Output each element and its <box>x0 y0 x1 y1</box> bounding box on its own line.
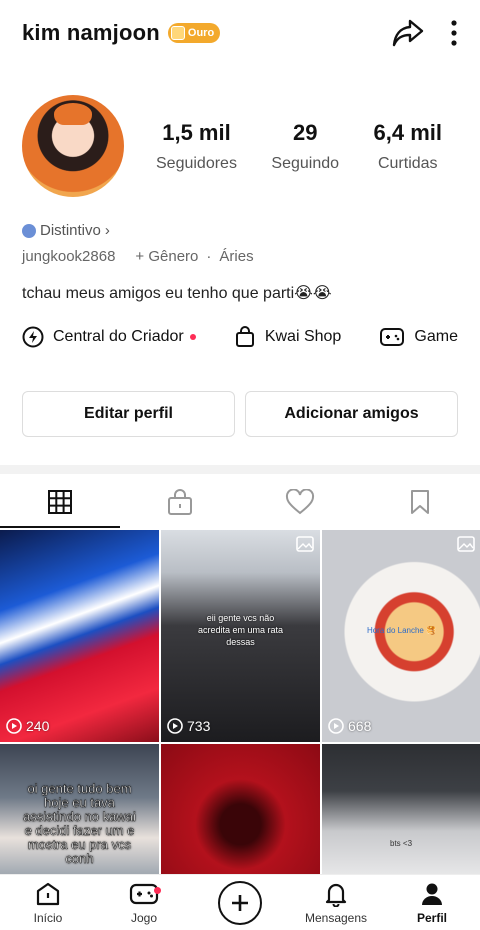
stat-label: Seguidores <box>156 154 237 172</box>
avatar[interactable] <box>22 95 124 197</box>
play-count: 733 <box>167 718 210 734</box>
thumbnail-caption: Hora do Lanche 🥞 <box>366 626 437 635</box>
image-post-icon <box>296 536 314 552</box>
stat-value: 1,5 mil <box>162 119 231 145</box>
nav-label: Jogo <box>130 910 158 925</box>
tab-private[interactable] <box>120 474 240 530</box>
separator-dot: · <box>206 248 212 265</box>
stat-likes[interactable]: 6,4 mil Curtidas <box>374 120 442 173</box>
video-grid: 240 eii gente vcs não acredita em uma ra… <box>0 530 480 878</box>
nav-messages[interactable]: Mensagens <box>288 881 384 925</box>
level-badge[interactable]: Ouro <box>167 23 221 43</box>
play-count-value: 668 <box>348 718 372 734</box>
image-post-icon <box>457 536 475 552</box>
badge-gem-icon <box>170 26 185 40</box>
stat-value: 6,4 mil <box>373 119 442 145</box>
profile-stats: 1,5 mil Seguidores 29 Seguindo 6,4 mil C… <box>156 120 458 173</box>
chevron-right-icon: › <box>104 222 110 239</box>
play-icon <box>6 718 22 734</box>
gender-button[interactable]: + Gênero <box>135 248 198 265</box>
shortcut-label: Kwai Shop <box>264 328 342 345</box>
stat-value: 29 <box>292 119 318 145</box>
video-thumbnail[interactable]: Hora do Lanche 🥞 668 <box>322 530 480 742</box>
zodiac-sign[interactable]: Áries <box>219 248 253 265</box>
play-count-value: 240 <box>26 718 50 734</box>
bell-icon <box>325 883 347 907</box>
video-thumbnail[interactable]: oi gente tudo bem hoje eu tava assistind… <box>0 744 159 878</box>
play-count: 240 <box>6 718 49 734</box>
profile-meta: jungkook2868 + Gênero · Áries <box>22 248 254 265</box>
play-icon <box>328 718 344 734</box>
bookmark-icon <box>411 490 429 514</box>
lightning-icon <box>22 326 44 348</box>
person-icon <box>422 883 442 905</box>
nav-label: Mensagens <box>304 910 368 925</box>
gamepad-icon <box>380 328 405 346</box>
user-handle: jungkook2868 <box>22 248 116 265</box>
lock-icon <box>168 489 192 515</box>
stat-following[interactable]: 29 Seguindo <box>271 120 339 173</box>
edit-profile-button[interactable]: Editar perfil <box>22 391 235 437</box>
video-thumbnail[interactable] <box>161 744 320 878</box>
thumbnail-caption: oi gente tudo bem hoje eu tava assistind… <box>23 781 136 866</box>
creator-center-button[interactable]: Central do Criador <box>22 326 196 348</box>
tab-liked[interactable] <box>240 474 360 530</box>
nav-label: Início <box>33 910 63 925</box>
tab-posts[interactable] <box>0 474 120 530</box>
username: kim namjoon <box>22 20 160 45</box>
thumbnail-caption: eii gente vcs não acredita em uma rata d… <box>197 613 284 647</box>
play-icon <box>167 718 183 734</box>
shortcut-label: Central do Criador <box>53 328 184 345</box>
nav-create[interactable] <box>192 880 288 925</box>
create-plus-icon <box>218 880 262 925</box>
profile-actions: Editar perfil Adicionar amigos <box>22 391 458 437</box>
badge-shield-icon <box>22 223 36 238</box>
more-vertical-icon[interactable] <box>450 19 458 47</box>
gamepad-icon <box>129 883 159 904</box>
stat-label: Curtidas <box>377 154 438 172</box>
badge-label: Ouro <box>187 27 215 39</box>
nav-label: Perfil <box>416 910 447 925</box>
heart-icon <box>285 489 315 515</box>
nav-profile[interactable]: Perfil <box>384 881 480 925</box>
bottom-navigation: Início Jogo Mensagens Perfil <box>0 874 480 930</box>
shortcut-label: Game <box>414 328 458 345</box>
play-count: 668 <box>328 718 371 734</box>
notification-dot <box>154 886 161 894</box>
add-friends-button[interactable]: Adicionar amigos <box>245 391 458 437</box>
video-thumbnail[interactable]: bts <3 <box>322 744 480 878</box>
grid-icon <box>48 490 72 514</box>
kwai-shop-button[interactable]: Kwai Shop <box>234 326 342 348</box>
bio-text: tchau meus amigos eu tenho que parti😭😭 <box>22 285 332 302</box>
section-divider <box>0 465 480 474</box>
notification-dot <box>189 334 196 340</box>
share-arrow-icon[interactable] <box>392 18 424 48</box>
nav-game[interactable]: Jogo <box>96 881 192 925</box>
nav-home[interactable]: Início <box>0 881 96 925</box>
distintivo-label: Distintivo <box>40 222 101 239</box>
profile-header: kim namjoon Ouro <box>0 0 480 66</box>
stat-label: Seguindo <box>271 154 340 172</box>
thumbnail-caption: bts <3 <box>390 839 413 848</box>
shopping-bag-icon <box>235 326 254 347</box>
home-icon <box>36 882 60 905</box>
shortcut-row: Central do Criador Kwai Shop Game <box>22 326 458 348</box>
game-button[interactable]: Game <box>379 326 458 348</box>
video-thumbnail[interactable]: 240 <box>0 530 159 742</box>
stat-followers[interactable]: 1,5 mil Seguidores <box>156 120 237 173</box>
tab-saved[interactable] <box>360 474 480 530</box>
video-thumbnail[interactable]: eii gente vcs não acredita em uma rata d… <box>161 530 320 742</box>
profile-summary: 1,5 mil Seguidores 29 Seguindo 6,4 mil C… <box>22 95 458 197</box>
distintivo-link[interactable]: Distintivo › <box>22 222 110 239</box>
content-tabs <box>0 474 480 530</box>
play-count-value: 733 <box>187 718 211 734</box>
